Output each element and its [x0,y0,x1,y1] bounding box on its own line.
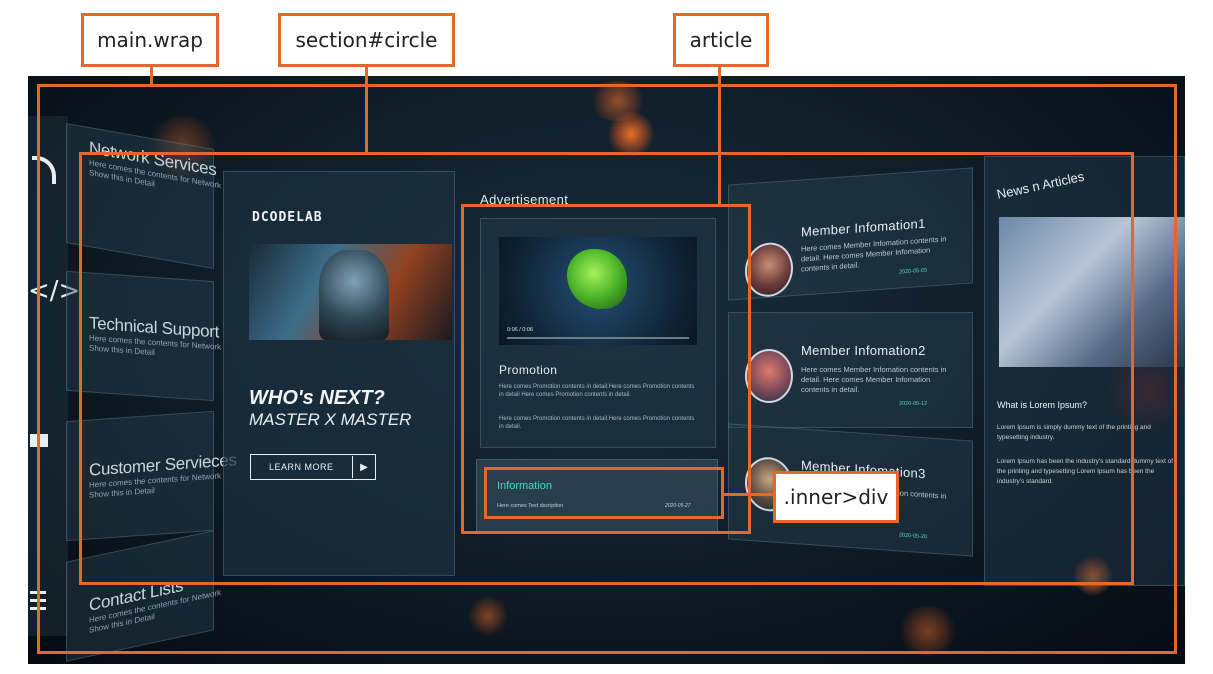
circle-connector [365,66,368,154]
article-label: article [673,13,769,67]
inner-outline [484,467,724,519]
inner-connector [724,493,774,496]
wrap-connector [150,66,153,86]
wrap-label: main.wrap [81,13,219,67]
inner-label: .inner>div [773,471,899,523]
circle-label: section#circle [278,13,455,67]
article-connector [718,66,721,206]
